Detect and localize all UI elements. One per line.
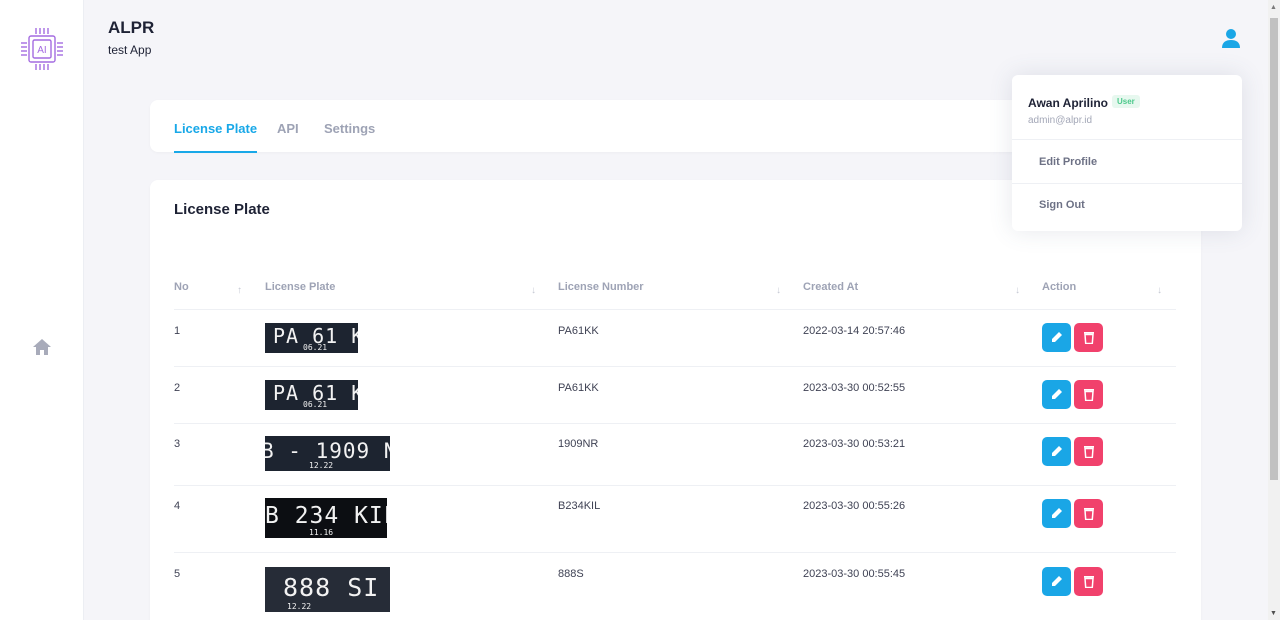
row-number: 2 [174, 382, 181, 394]
trash-icon [1083, 576, 1094, 588]
delete-button[interactable] [1074, 499, 1103, 528]
plate-image: PA 61 KK 06.21 [265, 380, 358, 410]
trash-icon [1083, 446, 1094, 458]
table-row: 3 B - 1909 NRK 12.22 1909NR 2023-03-30 0… [174, 424, 1176, 486]
scrollbar-thumb[interactable] [1270, 18, 1278, 480]
plate-image: PA 61 KK 06.21 [265, 323, 358, 353]
sort-down-icon[interactable]: ↓ [776, 285, 781, 296]
app-title: ALPR [108, 18, 155, 37]
tab-license-plate[interactable]: License Plate [174, 121, 258, 153]
role-badge: User [1112, 95, 1140, 108]
logo-text: AI [37, 45, 46, 56]
created-at: 2022-03-14 20:57:46 [803, 325, 906, 337]
ai-chip-icon[interactable]: AI [18, 25, 66, 73]
trash-icon [1083, 389, 1094, 401]
edit-button[interactable] [1042, 323, 1071, 352]
sign-out-link[interactable]: Sign Out [1039, 199, 1085, 211]
page-scrollbar[interactable]: ▲ ▼ [1268, 0, 1280, 620]
table-row: 1 PA 61 KK 06.21 PA61KK 2022-03-14 20:57… [174, 310, 1176, 367]
user-email: admin@alpr.id [1028, 115, 1093, 126]
edit-button[interactable] [1042, 380, 1071, 409]
pencil-icon [1052, 576, 1062, 586]
edit-profile-link[interactable]: Edit Profile [1039, 156, 1097, 168]
created-at: 2023-03-30 00:55:26 [803, 500, 906, 512]
trash-icon [1083, 508, 1094, 520]
column-header-license-plate[interactable]: License Plate [265, 281, 335, 293]
plate-image: B - 1909 NRK 12.22 [265, 436, 390, 471]
license-plate-card: License Plate No ↑ License Plate ↓ Licen… [150, 180, 1201, 620]
table-row: 5 888 SI 12.22 888S 2023-03-30 00:55:45 [174, 553, 1176, 620]
tab-api[interactable]: API [277, 121, 299, 151]
trash-icon [1083, 332, 1094, 344]
row-number: 4 [174, 500, 181, 512]
created-at: 2023-03-30 00:52:55 [803, 382, 906, 394]
column-header-license-number[interactable]: License Number [558, 281, 644, 293]
delete-button[interactable] [1074, 323, 1103, 352]
edit-button[interactable] [1042, 437, 1071, 466]
row-number: 1 [174, 325, 181, 337]
user-icon[interactable] [1220, 28, 1242, 48]
pencil-icon [1052, 446, 1062, 456]
plate-image-subtext: 06.21 [303, 400, 328, 409]
column-header-action: Action [1042, 281, 1077, 293]
pencil-icon [1052, 389, 1062, 399]
sidebar: AI [0, 0, 84, 620]
scroll-up-arrow-icon[interactable]: ▲ [1270, 4, 1277, 11]
scroll-down-arrow-icon[interactable]: ▼ [1270, 610, 1277, 617]
column-header-created-at[interactable]: Created At [803, 281, 858, 293]
pencil-icon [1052, 508, 1062, 518]
sort-down-icon[interactable]: ↓ [531, 285, 536, 296]
table-row: 4 B 234 KIL 11.16 B234KIL 2023-03-30 00:… [174, 486, 1176, 553]
license-number: 888S [558, 568, 584, 580]
plate-image-subtext: 12.22 [287, 602, 312, 611]
sort-up-icon[interactable]: ↑ [237, 285, 242, 296]
pencil-icon [1052, 332, 1062, 342]
edit-button[interactable] [1042, 567, 1071, 596]
user-name: Awan Aprilino [1028, 96, 1109, 110]
menu-divider [1012, 183, 1242, 184]
delete-button[interactable] [1074, 437, 1103, 466]
created-at: 2023-03-30 00:55:45 [803, 568, 906, 580]
delete-button[interactable] [1074, 380, 1103, 409]
plate-image-text: B - 1909 NRK [265, 439, 390, 463]
license-number: PA61KK [558, 382, 599, 394]
user-dropdown-menu: Awan Aprilino User admin@alpr.id Edit Pr… [1012, 75, 1242, 231]
license-number: B234KIL [558, 500, 601, 512]
plate-image: B 234 KIL 11.16 [265, 498, 387, 538]
plate-image-subtext: 12.22 [309, 461, 334, 470]
row-number: 5 [174, 568, 181, 580]
license-number: PA61KK [558, 325, 599, 337]
plate-image-text: B 234 KIL [265, 502, 387, 529]
card-title: License Plate [174, 201, 270, 218]
app-subtitle: test App [108, 43, 152, 57]
plate-image-subtext: 06.21 [303, 343, 328, 352]
home-icon[interactable] [32, 338, 52, 356]
sort-down-icon[interactable]: ↓ [1157, 285, 1162, 296]
plate-image-text: 888 SI [283, 573, 380, 602]
menu-divider [1012, 139, 1242, 140]
table-row: 2 PA 61 KK 06.21 PA61KK 2023-03-30 00:52… [174, 367, 1176, 424]
column-header-no[interactable]: No [174, 281, 189, 293]
plate-image-subtext: 11.16 [309, 528, 334, 537]
tab-settings[interactable]: Settings [324, 121, 375, 151]
sort-down-icon[interactable]: ↓ [1015, 285, 1020, 296]
row-number: 3 [174, 438, 181, 450]
license-number: 1909NR [558, 438, 599, 450]
delete-button[interactable] [1074, 567, 1103, 596]
created-at: 2023-03-30 00:53:21 [803, 438, 906, 450]
plate-image: 888 SI 12.22 [265, 567, 390, 612]
edit-button[interactable] [1042, 499, 1071, 528]
